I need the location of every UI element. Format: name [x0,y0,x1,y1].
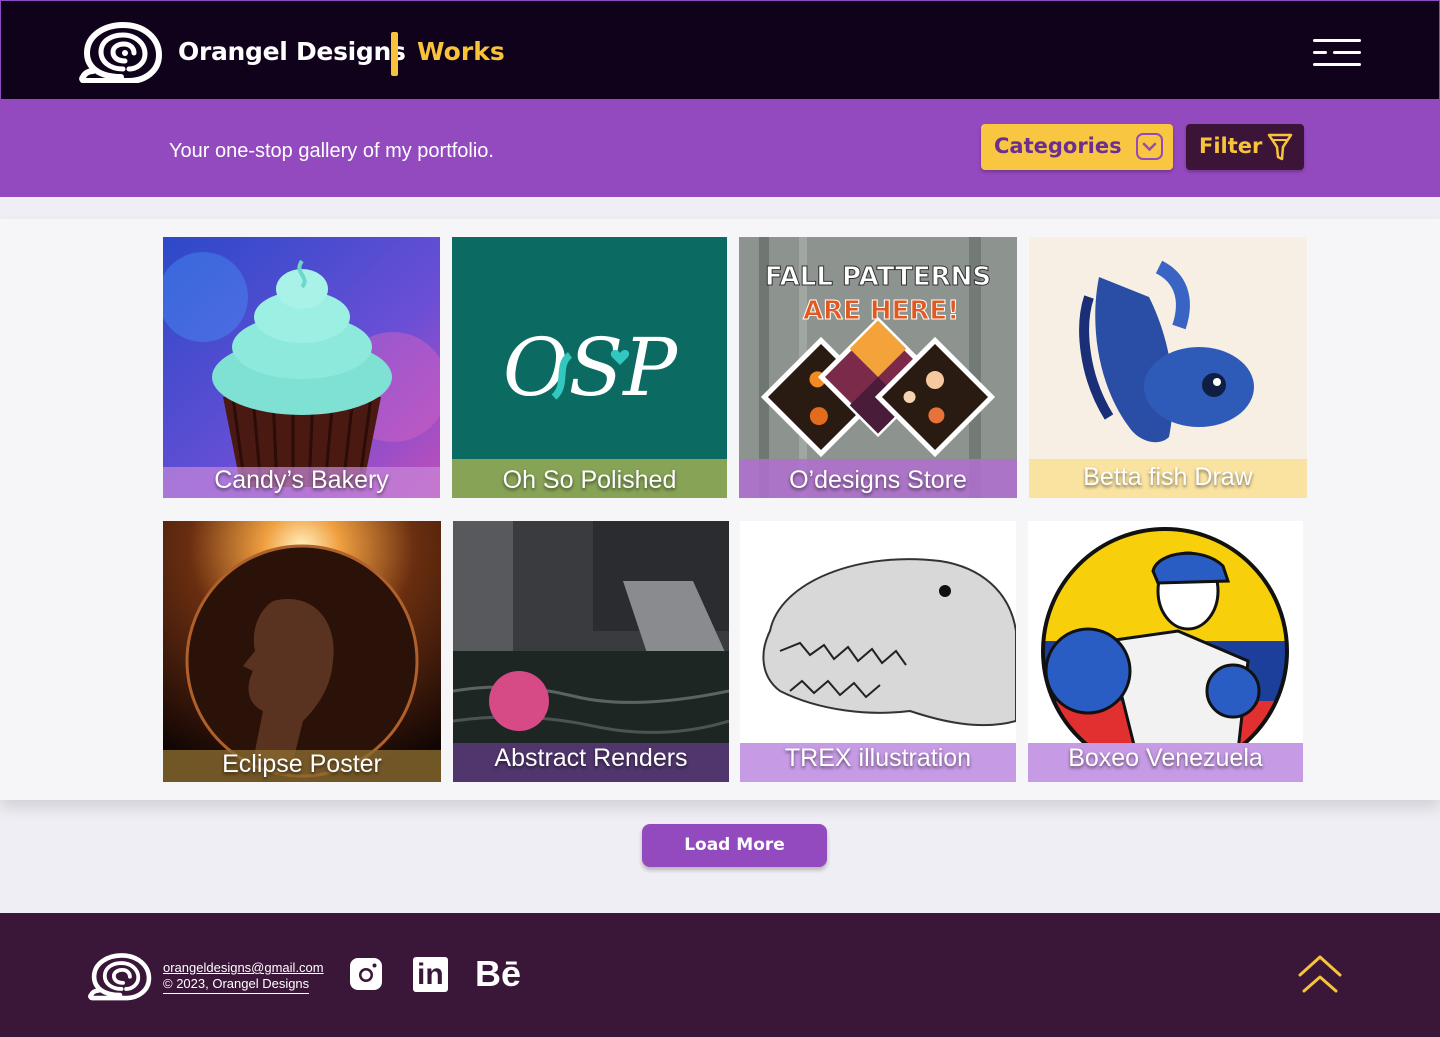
fall-patterns-image: FALL PATTERNS ARE HERE! [739,237,1017,498]
gallery-item-title: Abstract Renders [494,744,688,772]
brand-divider [391,32,398,76]
gallery-item-title: O’designs Store [789,466,967,494]
tagline: Your one-stop gallery of my portfolio. [169,140,494,162]
gallery-item-title: Boxeo Venezuela [1068,744,1263,772]
gallery-item[interactable]: Eclipse Poster [163,521,441,782]
gallery-item[interactable]: OSP Oh So Polished [452,237,727,498]
gallery-item[interactable]: Abstract Renders [453,521,729,782]
double-chevron-up-icon[interactable] [1296,953,1344,995]
gallery-item-title: Candy’s Bakery [214,466,389,494]
svg-text:FALL PATTERNS: FALL PATTERNS [765,262,991,292]
eclipse-poster-image [163,521,441,782]
gallery-item-title: Oh So Polished [452,460,727,498]
linkedin-icon[interactable]: in [413,957,448,992]
svg-text:OSP: OSP [503,321,678,414]
gallery-item[interactable]: FALL PATTERNS ARE HERE! O’designs Store [739,237,1017,498]
snail-logo-icon[interactable] [79,21,163,83]
portfolio-gallery: Candy’s Bakery OSP Oh So Polished FALL P… [0,219,1440,800]
page-title: Works [417,37,505,66]
filter-label: Filter [1199,134,1263,158]
brand-name[interactable]: Orangel Designs [178,37,406,66]
site-header: Orangel Designs Works [0,0,1440,100]
instagram-icon[interactable] [349,957,383,991]
gallery-item-title: Betta fish Draw [1083,463,1253,491]
cupcake-image [163,237,440,498]
behance-icon[interactable]: Bē [475,953,521,995]
hamburger-menu-icon[interactable] [1309,35,1365,71]
filter-button[interactable]: Filter [1186,124,1304,170]
snail-logo-icon[interactable] [88,951,152,1001]
gallery-item-title: TREX illustration [784,744,972,772]
funnel-icon [1267,133,1293,161]
load-more-button[interactable]: Load More [642,824,827,867]
osp-logo-image: OSP [452,237,727,498]
gallery-item[interactable]: TREX illustration [740,521,1016,782]
categories-label: Categories [994,134,1122,158]
chevron-down-icon [1136,133,1163,160]
footer-copyright: © 2023, Orangel Designs [163,976,310,994]
gallery-toolbar: Your one-stop gallery of my portfolio. C… [0,100,1440,197]
gallery-item-title: Eclipse Poster [222,750,382,778]
gallery-item[interactable]: Boxeo Venezuela [1028,521,1303,782]
gallery-item[interactable]: Betta fish Draw [1029,237,1307,498]
site-footer: orangeldesigns@gmail.com © 2023, Orangel… [0,913,1440,1037]
gallery-item[interactable]: Candy’s Bakery [163,237,440,498]
categories-dropdown[interactable]: Categories [981,124,1173,170]
linkedin-glyph: in [417,958,444,991]
footer-email-link[interactable]: orangeldesigns@gmail.com [163,960,324,975]
